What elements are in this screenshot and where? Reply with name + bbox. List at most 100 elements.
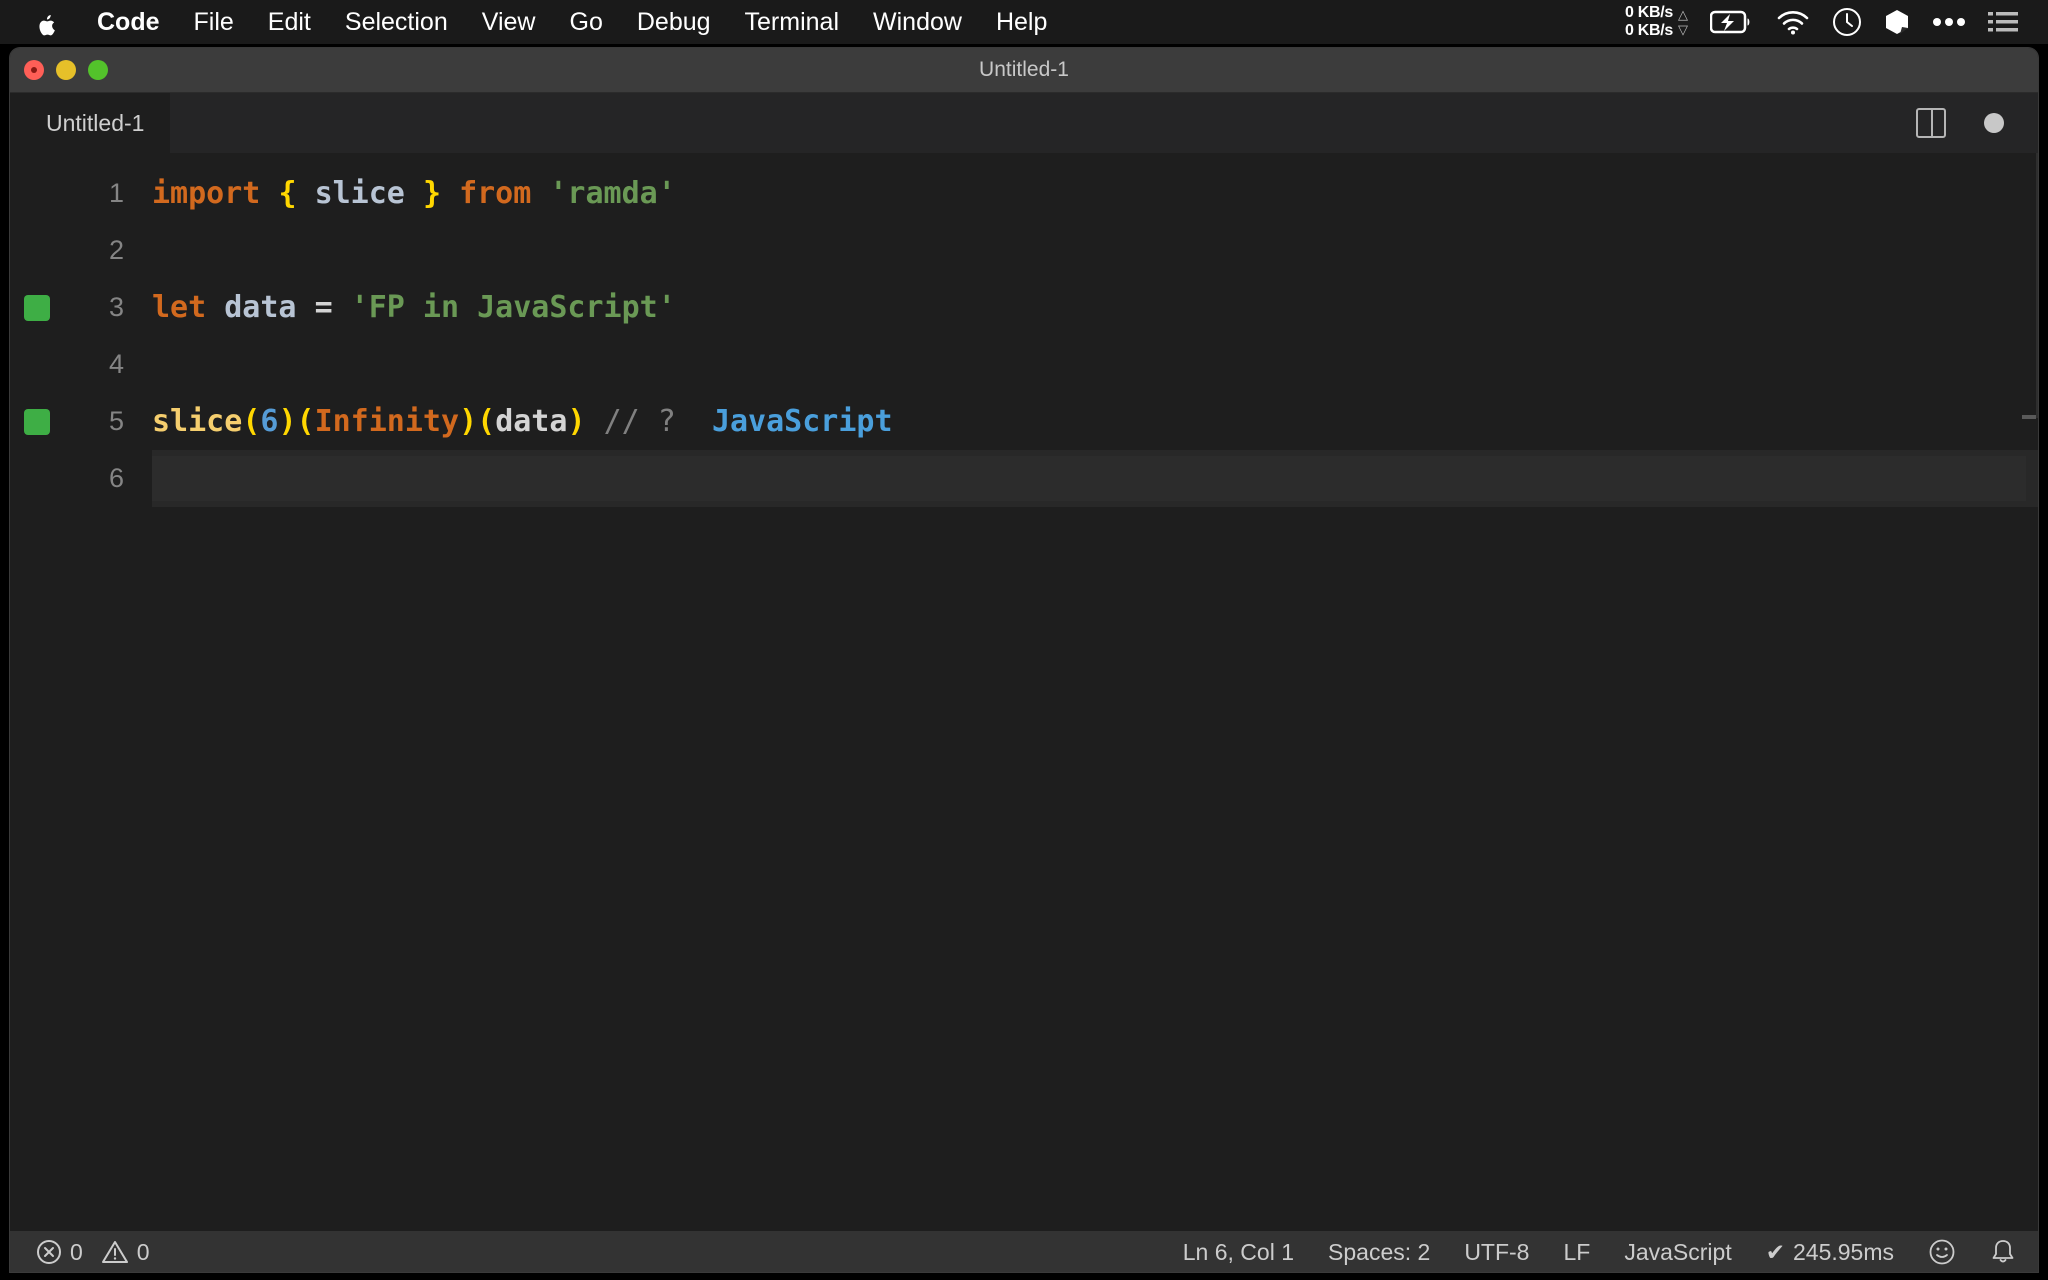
- code-line-content[interactable]: [152, 456, 2026, 501]
- tab-untitled-1[interactable]: Untitled-1: [10, 93, 171, 153]
- menu-item-go[interactable]: Go: [553, 0, 620, 44]
- time-machine-icon[interactable]: [1832, 7, 1862, 37]
- traffic-lights: [10, 60, 108, 80]
- language-mode-status[interactable]: JavaScript: [1624, 1239, 1731, 1266]
- code-token: 'FP in JavaScript': [350, 290, 676, 325]
- dropbox-icon[interactable]: [1884, 8, 1910, 36]
- close-button[interactable]: [24, 60, 44, 80]
- editor-tab-bar: Untitled-1: [10, 93, 2038, 153]
- split-editor-icon[interactable]: [1916, 108, 1946, 138]
- code-line[interactable]: 2: [10, 222, 2038, 279]
- code-token: ): [278, 404, 297, 439]
- encoding-status[interactable]: UTF-8: [1464, 1239, 1529, 1266]
- menu-item-edit[interactable]: Edit: [251, 0, 328, 44]
- network-download-speed: 0 KB/s: [1625, 22, 1673, 39]
- line-number: 4: [108, 349, 124, 379]
- line-gutter[interactable]: 6: [10, 450, 152, 507]
- error-count: 0: [70, 1238, 83, 1265]
- code-token: slice: [152, 404, 243, 439]
- line-number: 6: [108, 463, 124, 493]
- code-token: ): [567, 404, 586, 439]
- run-marker-icon[interactable]: [24, 408, 50, 435]
- code-editor[interactable]: 1 import { slice } from 'ramda' 2 3 let data…: [10, 153, 2038, 1231]
- control-center-icon[interactable]: [1988, 10, 2018, 34]
- run-duration: 245.95ms: [1792, 1238, 1894, 1265]
- warning-count: 0: [136, 1238, 150, 1265]
- unsaved-changes-dot-icon[interactable]: [1984, 113, 2004, 133]
- more-icon[interactable]: [1932, 17, 1966, 27]
- code-token: (: [477, 404, 496, 439]
- line-number: 1: [108, 178, 124, 208]
- indentation-status[interactable]: Spaces: 2: [1328, 1239, 1430, 1266]
- vscode-window: Untitled-1 Untitled-1 1 import { slice } …: [10, 48, 2038, 1272]
- scrollbar-decoration-mark: [2022, 415, 2036, 419]
- menu-item-terminal[interactable]: Terminal: [728, 0, 856, 44]
- feedback-smiley-icon[interactable]: [1928, 1238, 1956, 1266]
- window-title: Untitled-1: [979, 58, 1069, 81]
- editor-vertical-scrollbar[interactable]: [2020, 153, 2038, 1231]
- apple-logo-icon[interactable]: [28, 7, 64, 37]
- menu-item-file[interactable]: File: [177, 0, 251, 44]
- battery-charging-icon[interactable]: [1710, 9, 1754, 35]
- status-bar: 0 0 Ln 6, Col 1 Spaces: 2 UTF-8 LF JavaS…: [10, 1231, 2038, 1272]
- line-number: 2: [108, 235, 124, 265]
- problems-status[interactable]: 0 0: [36, 1239, 150, 1266]
- cursor-position-status[interactable]: Ln 6, Col 1: [1183, 1239, 1294, 1266]
- menu-item-help[interactable]: Help: [979, 0, 1064, 44]
- code-token: 'ramda': [549, 176, 676, 211]
- network-upload-speed: 0 KB/s: [1625, 4, 1673, 22]
- download-arrow-icon: ▽: [1678, 21, 1688, 37]
- code-line-content[interactable]: import { slice } from 'ramda': [152, 176, 2038, 211]
- run-time-status[interactable]: ✔ 245.95ms: [1766, 1239, 1894, 1266]
- code-line[interactable]: 3 let data = 'FP in JavaScript': [10, 279, 2038, 336]
- network-arrows: △ ▽: [1678, 8, 1688, 36]
- status-bar-left: 0 0: [36, 1239, 150, 1266]
- scrollbar-track: [2036, 153, 2038, 418]
- minimize-button[interactable]: [56, 60, 76, 80]
- line-gutter[interactable]: 4: [10, 336, 152, 393]
- code-token: =: [314, 290, 333, 325]
- network-speed-indicator[interactable]: 0 KB/s 0 KB/s △ ▽: [1625, 4, 1688, 40]
- menu-item-code[interactable]: Code: [80, 0, 177, 44]
- line-gutter[interactable]: 1: [10, 165, 152, 222]
- line-number: 5: [108, 406, 124, 436]
- warning-triangle-icon: [101, 1239, 129, 1265]
- eol-status[interactable]: LF: [1563, 1239, 1590, 1266]
- code-token: {: [278, 176, 297, 211]
- code-line-content[interactable]: let data = 'FP in JavaScript': [152, 290, 2038, 325]
- code-token: ): [459, 404, 478, 439]
- code-token: JavaScript: [711, 404, 893, 439]
- upload-arrow-icon: △: [1678, 6, 1688, 22]
- code-line[interactable]: 5 slice(6)(Infinity)(data) // ? JavaScrip…: [10, 393, 2038, 450]
- menu-bar-items: Code File Edit Selection View Go Debug T…: [28, 0, 1064, 44]
- notifications-bell-icon[interactable]: [1990, 1238, 2016, 1266]
- menu-item-selection[interactable]: Selection: [328, 0, 465, 44]
- menu-item-window[interactable]: Window: [856, 0, 979, 44]
- line-number: 3: [108, 292, 124, 322]
- code-token: slice: [314, 176, 405, 211]
- menu-item-debug[interactable]: Debug: [620, 0, 728, 44]
- maximize-button[interactable]: [88, 60, 108, 80]
- run-marker-icon[interactable]: [24, 294, 50, 321]
- line-gutter[interactable]: 3: [10, 279, 152, 336]
- code-token: let: [152, 290, 207, 325]
- wifi-icon[interactable]: [1776, 9, 1810, 35]
- code-line-content[interactable]: slice(6)(Infinity)(data) // ? JavaScript: [152, 404, 2038, 439]
- line-gutter[interactable]: 2: [10, 222, 152, 279]
- code-line[interactable]: 4: [10, 336, 2038, 393]
- macos-menu-bar: Code File Edit Selection View Go Debug T…: [0, 0, 2048, 44]
- line-gutter[interactable]: 5: [10, 393, 152, 450]
- menu-item-view[interactable]: View: [465, 0, 553, 44]
- code-line[interactable]: 6: [10, 450, 2038, 507]
- code-line[interactable]: 1 import { slice } from 'ramda': [10, 165, 2038, 222]
- editor-actions: [1916, 108, 2038, 138]
- code-token: // ?: [603, 404, 676, 439]
- check-mark-icon: ✔: [1765, 1238, 1785, 1265]
